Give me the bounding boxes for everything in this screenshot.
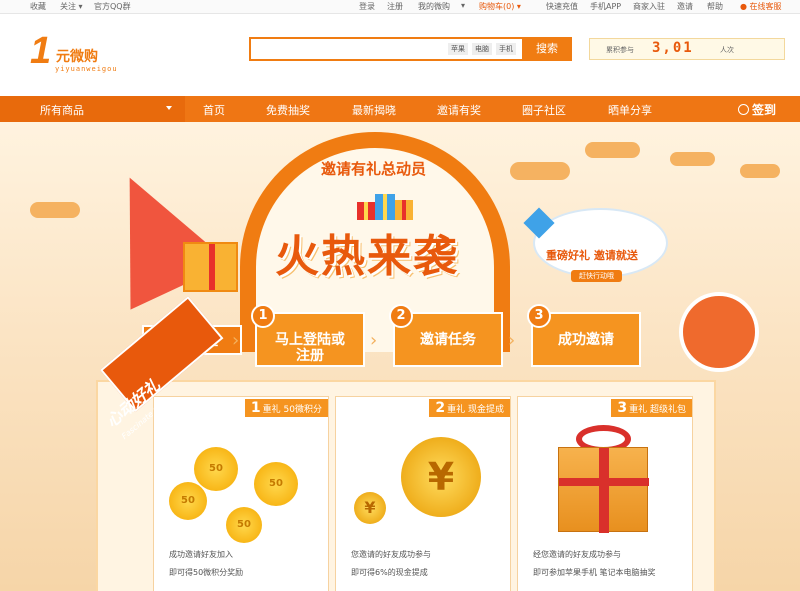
hot-tag-apple[interactable]: 苹果 xyxy=(448,43,468,55)
logo-pinyin: yiyuanweigou xyxy=(55,65,118,73)
nav-item-latest[interactable]: 最新揭晓 xyxy=(352,102,396,118)
coin-icon: 50 xyxy=(226,507,262,543)
gift-card-line1: 您邀请的好友成功参与 xyxy=(351,550,431,559)
all-categories-menu[interactable]: 所有商品 xyxy=(0,96,185,122)
checkin-button[interactable]: 签到 xyxy=(738,101,776,118)
chevron-right-icon: › xyxy=(232,330,240,351)
invite-banner: 邀请有礼总动员 火热来袭 重磅好礼 邀请就送 赶快行动哦 活动流程 › 1 马上… xyxy=(0,122,800,591)
banner-main-title: 火热来袭 xyxy=(275,231,459,282)
cart-link[interactable]: 购物车(0) ▾ xyxy=(479,1,521,12)
gift-card-package: 3 重礼 超级礼包 经您邀请的好友成功参与 即可参加苹果手机 笔记本电脑抽奖 xyxy=(517,396,693,591)
gift-card-number: 3 xyxy=(617,400,628,416)
qq-group-link[interactable]: 官方QQ群 xyxy=(94,1,131,12)
gift-card-header: 1 重礼 50微积分 xyxy=(244,399,328,417)
gift-card-number: 1 xyxy=(250,400,261,416)
cloud-decoration xyxy=(30,202,80,218)
logo-numeral: 1 xyxy=(30,30,52,72)
gift-card-title: 重礼 xyxy=(629,405,648,415)
gift-card-title: 重礼 xyxy=(447,405,466,415)
invite-link[interactable]: 邀请 xyxy=(677,1,693,12)
gift-pile-icon xyxy=(357,194,413,220)
yen-coin-icon: ¥ xyxy=(401,437,481,517)
register-link[interactable]: 注册 xyxy=(387,1,403,12)
gift-box-decoration xyxy=(183,242,238,292)
coin-icon: 50 xyxy=(169,482,207,520)
chevron-down-icon xyxy=(166,106,172,110)
hot-tag-computer[interactable]: 电脑 xyxy=(472,43,492,55)
step-login: 1 马上登陆或注册 xyxy=(251,304,365,367)
hot-tag-phone[interactable]: 手机 xyxy=(496,43,516,55)
balloon-text: 重磅好礼 邀请就送 xyxy=(546,249,638,262)
coin-icon: 50 xyxy=(254,462,298,506)
cloud-decoration xyxy=(510,162,570,180)
counter-label: 累积参与 xyxy=(606,46,634,54)
mobile-app-link[interactable]: 手机APP xyxy=(590,1,621,12)
all-categories-label: 所有商品 xyxy=(40,104,84,117)
nav-item-share[interactable]: 晒单分享 xyxy=(608,102,652,118)
chevron-right-icon: › xyxy=(370,330,378,351)
gift-card-line2: 即可参加苹果手机 笔记本电脑抽奖 xyxy=(533,568,656,577)
step-number: 1 xyxy=(251,304,275,328)
nav-item-free-lottery[interactable]: 免费抽奖 xyxy=(266,102,310,118)
counter-value: 3,01 xyxy=(652,40,694,56)
gift-card-subtitle: 现金提成 xyxy=(467,405,504,415)
nav-item-community[interactable]: 圈子社区 xyxy=(522,102,566,118)
step-invite-task: 2 邀请任务 xyxy=(389,304,503,367)
top-utility-bar: 收藏 关注 ▾ 官方QQ群 登录 注册 我的微购 ▾ 购物车(0) ▾ 快速充值… xyxy=(0,0,800,14)
step-number: 3 xyxy=(527,304,551,328)
help-link[interactable]: 帮助 xyxy=(707,1,723,12)
gift-card-title: 重礼 xyxy=(262,405,281,415)
recharge-link[interactable]: 快速充值 xyxy=(546,1,578,12)
nav-item-invite[interactable]: 邀请有奖 xyxy=(437,102,481,118)
online-service-label: 在线客服 xyxy=(749,2,782,11)
gift-card-points: 1 重礼 50微积分 50 50 50 50 成功邀请好友加入 即可得50微积分奖… xyxy=(153,396,329,591)
participation-counter: 累积参与 3,01 人次 xyxy=(589,38,785,60)
gift-card-header: 3 重礼 超级礼包 xyxy=(611,399,692,417)
chevron-right-icon: › xyxy=(508,330,516,351)
online-service-link[interactable]: ● 在线客服 xyxy=(740,1,782,12)
favorite-link[interactable]: 收藏 xyxy=(30,1,46,12)
merchant-join-link[interactable]: 商家入驻 xyxy=(633,1,665,12)
follow-dropdown[interactable]: 关注 ▾ xyxy=(60,1,83,12)
gift-card-line2: 即可得6%的现金提成 xyxy=(351,568,428,577)
gift-box-icon xyxy=(558,447,649,533)
speech-balloon xyxy=(533,208,668,278)
gift-card-line1: 成功邀请好友加入 xyxy=(169,550,233,559)
main-nav: 所有商品 首页 免费抽奖 最新揭晓 邀请有奖 圈子社区 晒单分享 签到 xyxy=(0,96,800,122)
search-box: 苹果 电脑 手机 xyxy=(249,37,524,61)
banner-invite-title: 邀请有礼总动员 xyxy=(321,160,427,178)
nav-item-home[interactable]: 首页 xyxy=(203,102,225,118)
cloud-decoration xyxy=(585,142,640,158)
gift-card-subtitle: 50微积分 xyxy=(283,405,322,415)
logo-chinese: 元微购 xyxy=(56,49,98,65)
gift-card-cash: 2 重礼 现金提成 ¥ ¥ 您邀请的好友成功参与 即可得6%的现金提成 xyxy=(335,396,511,591)
hot-tags: 苹果 电脑 手机 xyxy=(448,43,516,55)
checkin-label: 签到 xyxy=(752,103,777,117)
coin-icon: 50 xyxy=(194,447,238,491)
balloons-badge xyxy=(679,292,759,372)
step-success: 3 成功邀请 xyxy=(527,304,641,367)
search-button[interactable]: 搜索 xyxy=(522,37,572,61)
account-dropdown-icon[interactable]: ▾ xyxy=(461,1,465,10)
yen-coin-icon: ¥ xyxy=(354,492,386,524)
gift-card-line2: 即可得50微积分奖励 xyxy=(169,568,244,577)
cloud-decoration xyxy=(670,152,715,166)
search-input[interactable] xyxy=(255,42,435,58)
cloud-decoration xyxy=(740,164,780,178)
gift-card-line1: 经您邀请的好友成功参与 xyxy=(533,550,621,559)
login-link[interactable]: 登录 xyxy=(359,1,375,12)
site-logo[interactable]: 1 元微购 yiyuanweigou xyxy=(30,30,120,80)
gift-card-subtitle: 超级礼包 xyxy=(649,405,686,415)
my-account-link[interactable]: 我的微购 xyxy=(418,1,450,12)
gift-card-number: 2 xyxy=(435,400,446,416)
gift-card-header: 2 重礼 现金提成 xyxy=(429,399,510,417)
act-now-button[interactable]: 赶快行动哦 xyxy=(571,270,622,282)
counter-unit: 人次 xyxy=(720,46,734,54)
checkin-icon xyxy=(738,104,749,115)
gifts-panel: 1 重礼 50微积分 50 50 50 50 成功邀请好友加入 即可得50微积分奖… xyxy=(96,380,716,591)
step-number: 2 xyxy=(389,304,413,328)
